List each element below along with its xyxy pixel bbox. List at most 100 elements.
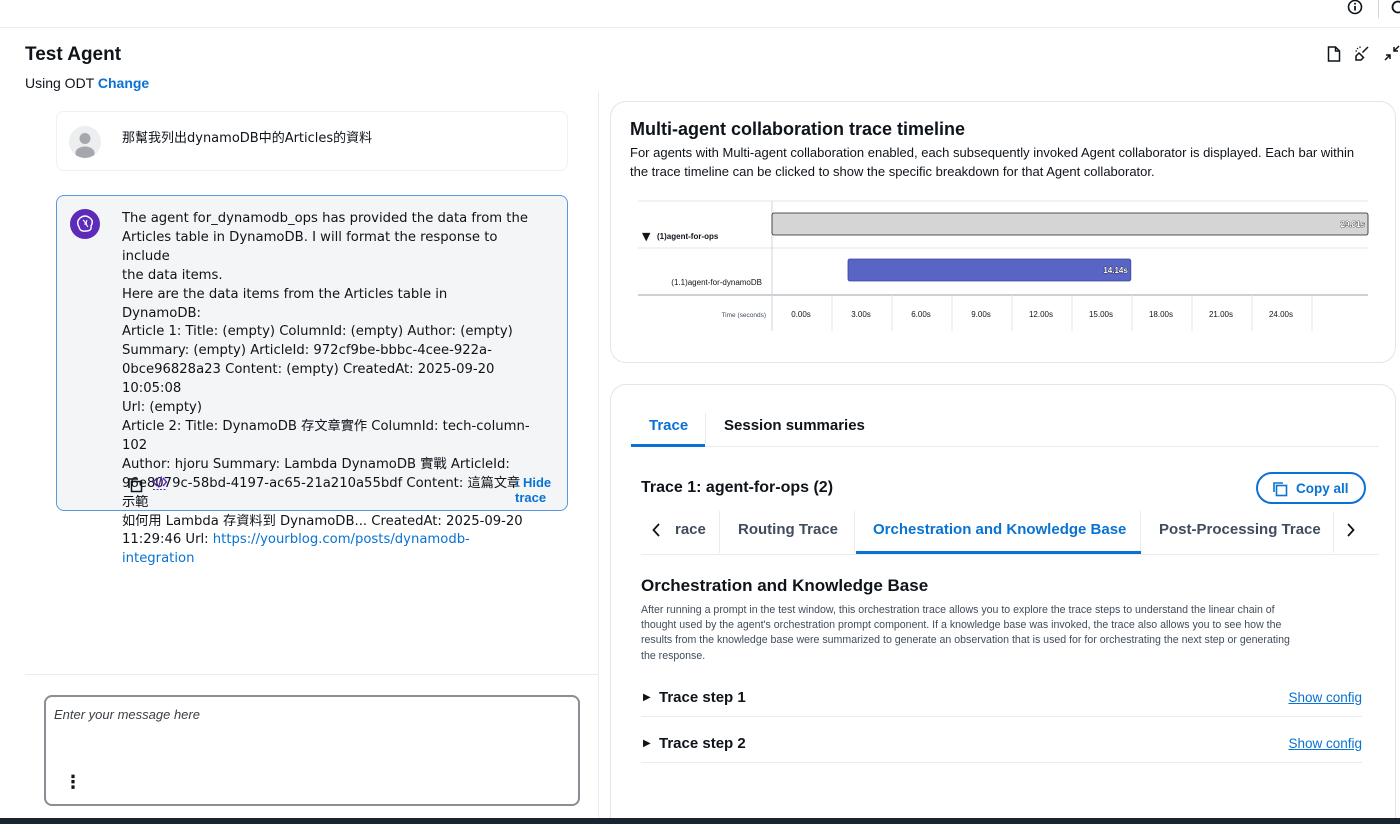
trace-step-label[interactable]: Trace step 2 [659, 735, 746, 752]
section-description-line: thought used by the agent's orchestratio… [641, 619, 1282, 632]
timeline-tick-label: 21.00s [1209, 310, 1233, 319]
timeline-bar [771, 212, 1369, 236]
timeline-tick-label: 0.00s [791, 310, 811, 319]
message-input-box: ⋮ [44, 695, 580, 806]
timeline-tick-label: 9.00s [971, 310, 991, 319]
section-description: After running a prompt in the test windo… [641, 603, 1369, 664]
agent-line: 0bce96828a23 Content: (empty) CreatedAt:… [122, 362, 495, 397]
broom-icon[interactable] [1354, 45, 1371, 62]
agent-line: Article 2: Title: DynamoDB 存文章實作 ColumnI… [122, 418, 530, 453]
subtab-orchestration[interactable]: Orchestration and Knowledge Base [873, 521, 1126, 538]
timeline-tick-label: 12.00s [1029, 310, 1053, 319]
section-description-line: the response. [641, 649, 706, 662]
timeline-tick-label: 6.00s [911, 310, 931, 319]
user-avatar [69, 126, 101, 158]
model-label: Using ODT [25, 75, 94, 91]
trace-title: Trace 1: agent-for-ops (2) [641, 479, 834, 496]
tab-trace[interactable]: Trace [649, 417, 688, 434]
agent-line: Here are the data items from the Article… [122, 286, 448, 321]
tab-session-summaries[interactable]: Session summaries [724, 417, 865, 434]
agent-line: Article 1: Title: (empty) ColumnId: (emp… [122, 324, 513, 340]
section-description-line: results from the knowledge base were sum… [641, 634, 1290, 647]
trace-step-label[interactable]: Trace step 1 [659, 689, 746, 706]
timeline-tick-label: 3.00s [851, 310, 871, 319]
triangle-right-icon[interactable]: ▶ [643, 692, 651, 703]
hide-trace-label: Hide trace [515, 475, 552, 505]
tab-separator [705, 413, 706, 443]
settings-icon[interactable] [1390, 0, 1400, 16]
agent-line: The agent for_dynamodb_ops has provided … [122, 211, 528, 226]
message-actions: ‹ Hide trace [127, 475, 557, 505]
message-input[interactable] [54, 707, 554, 747]
agent-brain-icon [77, 215, 93, 232]
show-config-link[interactable]: Show config [1288, 736, 1362, 751]
pane-divider [598, 92, 599, 818]
agent-line: Summary: (empty) ArticleId: 972cf9be-bbb… [122, 343, 492, 359]
subtab-active-indicator [856, 551, 1141, 554]
trace-step: ▶ Trace step 1 Show config [641, 683, 1362, 717]
timeline-tick-label: 24.00s [1269, 310, 1293, 319]
timeline-description: For agents with Multi-agent collaboratio… [630, 145, 1355, 179]
subtab-routing-trace[interactable]: Routing Trace [738, 521, 838, 538]
info-icon[interactable] [1347, 0, 1363, 16]
section-description-line: After running a prompt in the test windo… [641, 604, 1275, 616]
timeline-panel: Multi-agent collaboration trace timeline… [610, 101, 1396, 363]
change-model-link[interactable]: Change [98, 75, 149, 91]
timeline-x-axis-label: Time (seconds) [721, 312, 766, 319]
agent-line-prefix: 11:29:46 Url: [122, 532, 213, 548]
copy-all-label: Copy all [1296, 481, 1349, 496]
agent-line: the data items. [122, 267, 223, 283]
subtab-post-processing-trace[interactable]: Post-Processing Trace [1159, 521, 1321, 538]
chevron-left-icon[interactable] [651, 522, 663, 538]
triangle-down-icon: ▼ [642, 230, 651, 243]
agent-avatar [70, 209, 100, 239]
timeline-bar-label: 29.81s [1341, 220, 1366, 229]
show-config-link[interactable]: Show config [1288, 690, 1362, 705]
agent-line: Url: (empty) [122, 400, 202, 416]
agent-message-text: The agent for_dynamodb_ops has provided … [122, 210, 530, 569]
timeline-bar [847, 258, 1132, 282]
bottom-bar [0, 818, 1400, 824]
agent-line: Author: hjoru Summary: Lambda DynamoDB 實… [122, 456, 510, 472]
copy-icon [1273, 482, 1288, 497]
trace-timeline-chart: 29.81s 14.14s ▼ (1)agent-for-ops (1.1)agent… [638, 200, 1369, 331]
user-message-text: 那幫我列出dynamoDB中的Articles的資料 [122, 131, 373, 146]
agent-line: 如何用 Lambda 存資料到 DynamoDB... CreatedAt: 2… [122, 513, 523, 529]
divider [25, 674, 599, 675]
copy-all-button[interactable]: Copy all [1256, 472, 1366, 504]
timeline-tick-label: 15.00s [1089, 310, 1113, 319]
agent-line: Articles table in DynamoDB. I will forma… [122, 229, 498, 264]
trace-tabs: Trace Session summaries [631, 405, 1379, 447]
top-divider [1378, 0, 1379, 18]
timeline-tick-label: 18.00s [1149, 310, 1173, 319]
agent-line: 11:29:46 Url: https://yourblog.com/posts… [122, 531, 530, 569]
more-vertical-icon[interactable]: ⋮ [64, 773, 82, 791]
section-title: Orchestration and Knowledge Base [641, 576, 929, 595]
collapse-icon[interactable] [1384, 45, 1400, 61]
code-icon[interactable] [152, 475, 168, 491]
chevron-left-icon: ‹ [515, 475, 520, 490]
page-title: Test Agent [25, 44, 122, 65]
chevron-right-icon[interactable] [1344, 522, 1356, 538]
subtab-separator [854, 511, 855, 553]
subtab-pre-processing-trace[interactable]: race [675, 521, 706, 538]
agent-message: The agent for_dynamodb_ops has provided … [56, 195, 568, 566]
timeline-title: Multi-agent collaboration trace timeline [630, 119, 966, 139]
hide-trace-button[interactable]: ‹ Hide trace [515, 475, 557, 505]
trace-step: ▶ Trace step 2 Show config [641, 729, 1362, 763]
copy-icon[interactable] [127, 477, 143, 493]
top-bar [0, 0, 1400, 28]
chat-pane: Test Agent Using ODT Change 那幫我列出dynamoD… [0, 28, 600, 818]
document-icon[interactable] [1327, 46, 1341, 62]
timeline-bar-label: 14.14s [1103, 266, 1128, 275]
model-line: Using ODT Change [25, 75, 149, 91]
subtab-separator [719, 511, 720, 553]
subtab-separator [1140, 511, 1141, 553]
user-avatar-icon [75, 133, 95, 158]
timeline-category-label: (1.1)agent-for-dynamoDB [671, 278, 762, 287]
subtab-separator [1333, 511, 1334, 553]
trace-panel: Trace Session summaries Trace 1: agent-f… [610, 384, 1396, 824]
user-message: 那幫我列出dynamoDB中的Articles的資料 [56, 111, 568, 171]
tab-active-indicator [631, 444, 705, 447]
triangle-right-icon[interactable]: ▶ [643, 738, 651, 749]
